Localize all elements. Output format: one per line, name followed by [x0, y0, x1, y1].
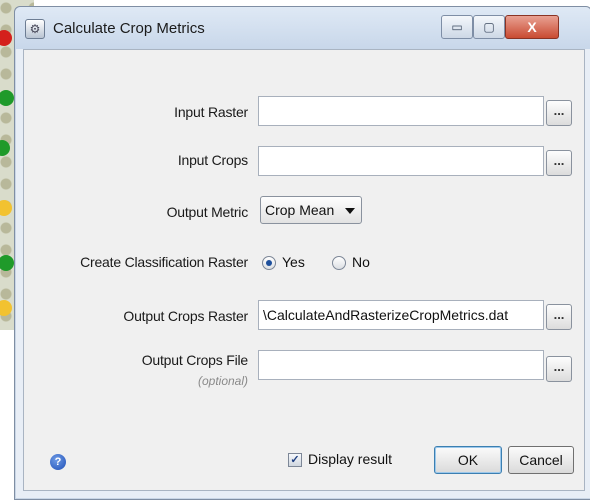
input-raster-label: Input Raster: [174, 104, 248, 120]
output-crops-raster-label: Output Crops Raster: [123, 308, 248, 324]
classification-no-label: No: [352, 254, 370, 270]
input-raster-field[interactable]: [258, 96, 544, 126]
output-crops-file-browse-button[interactable]: ...: [546, 356, 572, 382]
dialog-window: ⚙ Calculate Crop Metrics ▭ ▢ X Input Ras…: [14, 6, 590, 500]
map-dot-red: [0, 30, 12, 46]
cancel-button[interactable]: Cancel: [508, 446, 574, 474]
close-button[interactable]: X: [505, 15, 559, 39]
dialog-body: Input Raster ... Input Crops ... Output …: [23, 49, 585, 491]
classification-yes-label: Yes: [282, 254, 305, 270]
chevron-down-icon: [345, 208, 355, 214]
create-classification-label: Create Classification Raster: [80, 254, 248, 270]
window-title: Calculate Crop Metrics: [53, 20, 205, 37]
output-crops-file-label: Output Crops File: [141, 352, 249, 368]
output-metric-selected: Crop Mean: [265, 202, 335, 218]
display-result-checkbox[interactable]: ✓: [288, 453, 302, 467]
map-dot-green: [0, 140, 10, 156]
output-metric-label: Output Metric: [166, 204, 249, 220]
map-dot-green: [0, 90, 14, 106]
map-dot-yellow: [0, 200, 12, 216]
maximize-button[interactable]: ▢: [473, 15, 505, 39]
map-dot-green: [0, 255, 14, 271]
settings-icon[interactable]: ⚙: [25, 19, 45, 39]
title-bar[interactable]: ⚙ Calculate Crop Metrics ▭ ▢ X: [15, 7, 590, 49]
output-crops-raster-browse-button[interactable]: ...: [546, 304, 572, 330]
ok-button[interactable]: OK: [434, 446, 502, 474]
classification-no-radio[interactable]: [332, 256, 346, 270]
classification-yes-radio[interactable]: [262, 256, 276, 270]
display-result-label: Display result: [308, 451, 393, 467]
minimize-button[interactable]: ▭: [441, 15, 473, 39]
output-crops-file-optional: (optional): [197, 374, 248, 388]
input-crops-label: Input Crops: [177, 152, 248, 168]
output-crops-raster-field[interactable]: \CalculateAndRasterizeCropMetrics.dat: [258, 300, 544, 330]
input-crops-field[interactable]: [258, 146, 544, 176]
output-metric-dropdown[interactable]: Crop Mean: [260, 196, 362, 224]
input-crops-browse-button[interactable]: ...: [546, 150, 572, 176]
help-icon[interactable]: ?: [50, 454, 66, 470]
input-raster-browse-button[interactable]: ...: [546, 100, 572, 126]
output-crops-file-field[interactable]: [258, 350, 544, 380]
map-dot-yellow: [0, 300, 12, 316]
